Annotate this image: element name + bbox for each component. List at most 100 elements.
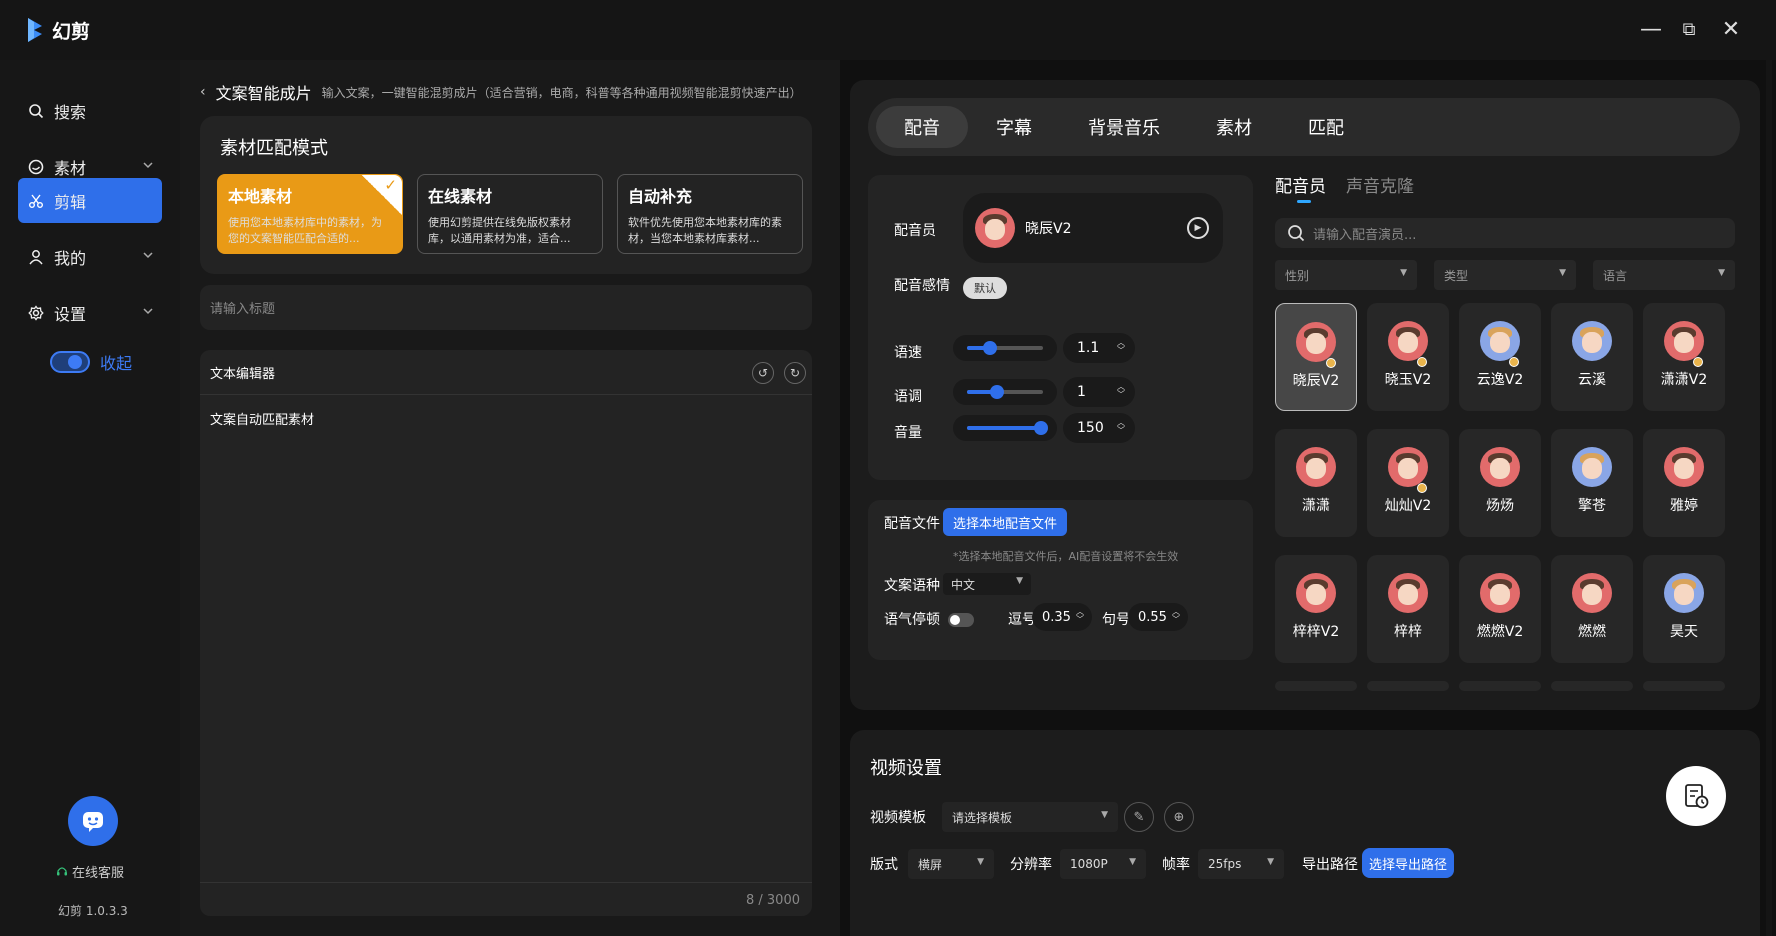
chevron-down-icon: [143, 252, 153, 259]
sidebar: 搜索 素材 剪辑 我的 设置 收起 在线客服 幻剪 1.0.3.3: [0, 60, 180, 936]
page-scrollbar[interactable]: [1766, 60, 1772, 936]
voice-card[interactable]: 潇潇V2: [1643, 303, 1725, 411]
voice-card[interactable]: 晓玉V2: [1367, 303, 1449, 411]
avatar: [1480, 321, 1520, 361]
play-icon[interactable]: ▶: [1187, 217, 1209, 239]
period-stepper[interactable]: 0.55 ︿ ﹀: [1128, 603, 1188, 631]
volume-stepper[interactable]: 150 ︿ ﹀: [1063, 413, 1135, 443]
tab-match[interactable]: 匹配: [1280, 106, 1372, 148]
add-circle-icon[interactable]: ⊕: [1164, 802, 1194, 832]
voice-card-partial[interactable]: [1551, 681, 1633, 691]
filter-type[interactable]: 类型 ▼: [1434, 260, 1576, 290]
pause-toggle[interactable]: [948, 613, 974, 627]
collapse-toggle-row[interactable]: 收起: [50, 350, 132, 374]
comma-stepper[interactable]: 0.35 ︿ ﹀: [1032, 603, 1092, 631]
resolution-value: 1080P: [1070, 857, 1108, 871]
voice-search-input[interactable]: 请输入配音演员...: [1275, 218, 1735, 248]
close-button[interactable]: ✕: [1714, 14, 1748, 44]
layout-select[interactable]: 横屏 ▼: [908, 849, 994, 879]
pause-label: 语气停顿: [884, 612, 940, 628]
voice-name: 燃燃V2: [1476, 624, 1524, 640]
voice-card-partial[interactable]: [1275, 681, 1357, 691]
comma-value: 0.35: [1042, 609, 1071, 625]
filter-gender[interactable]: 性别 ▼: [1275, 260, 1417, 290]
customer-service-button[interactable]: [68, 796, 118, 846]
voice-card[interactable]: 擎苍: [1551, 429, 1633, 537]
tab-material[interactable]: 素材: [1188, 106, 1280, 148]
stepper-arrows-icon[interactable]: ︿ ﹀: [1117, 383, 1125, 399]
language-select[interactable]: 中文 ▼: [943, 573, 1031, 595]
voice-name: 梓梓: [1394, 624, 1422, 640]
voice-card[interactable]: 雅婷: [1643, 429, 1725, 537]
avatar: [1388, 573, 1428, 613]
mode-auto[interactable]: 自动补充 软件优先使用您本地素材库的素材，当您本地素材库素材...: [617, 174, 803, 254]
match-mode-title: 素材匹配模式: [220, 138, 328, 159]
emotion-pill[interactable]: 默认: [963, 277, 1007, 299]
template-placeholder: 请选择模板: [952, 810, 1013, 825]
page-title: 文案智能成片: [215, 84, 312, 103]
sidebar-item-label: 剪辑: [54, 192, 87, 212]
fps-select[interactable]: 25fps ▼: [1198, 849, 1284, 879]
tab-bgm[interactable]: 背景音乐: [1060, 106, 1188, 148]
template-select[interactable]: 请选择模板 ▼: [942, 802, 1118, 832]
tab-dubbing[interactable]: 配音: [876, 106, 968, 148]
voice-card[interactable]: 灿灿V2: [1367, 429, 1449, 537]
collapse-toggle[interactable]: [50, 351, 90, 373]
minimize-button[interactable]: —: [1634, 14, 1668, 44]
speed-stepper[interactable]: 1.1 ︿ ﹀: [1063, 333, 1135, 363]
sidebar-item-search[interactable]: 搜索: [18, 88, 162, 133]
select-export-path-button[interactable]: 选择导出路径: [1362, 848, 1454, 878]
mode-title: 在线素材: [428, 187, 493, 206]
resolution-select[interactable]: 1080P ▼: [1060, 849, 1146, 879]
voice-card-partial[interactable]: [1459, 681, 1541, 691]
tab-subtitle[interactable]: 字幕: [968, 106, 1060, 148]
sidebar-item-mine[interactable]: 我的: [18, 234, 162, 279]
voice-card[interactable]: 潇潇: [1275, 429, 1357, 537]
sidebar-item-settings[interactable]: 设置: [18, 290, 162, 335]
filter-label: 语言: [1603, 268, 1628, 283]
video-settings-panel: 视频设置 视频模板 请选择模板 ▼ ✎ ⊕ 版式 横屏 ▼ 分辨率 1080P ▼ 帧…: [850, 730, 1760, 936]
voice-card-partial[interactable]: [1643, 681, 1725, 691]
voice-card[interactable]: 晓辰V2: [1275, 303, 1357, 411]
voice-card[interactable]: 云逸V2: [1459, 303, 1541, 411]
title-input[interactable]: 请输入标题: [200, 285, 812, 330]
voice-card[interactable]: 昊天: [1643, 555, 1725, 663]
speed-value: 1.1: [1077, 340, 1100, 356]
voice-card[interactable]: 燃燃V2: [1459, 555, 1541, 663]
avatar: [1572, 321, 1612, 361]
select-voice-file-button[interactable]: 选择本地配音文件: [943, 508, 1067, 536]
stepper-arrows-icon[interactable]: ︿ ﹀: [1172, 608, 1180, 624]
task-list-button[interactable]: [1666, 766, 1726, 826]
voice-name: 潇潇: [1302, 498, 1330, 514]
pitch-stepper[interactable]: 1 ︿ ﹀: [1063, 377, 1135, 407]
edit-icon[interactable]: ✎: [1124, 802, 1154, 832]
subtab-voice-actor[interactable]: 配音员: [1275, 172, 1326, 203]
voice-card[interactable]: 梓梓: [1367, 555, 1449, 663]
maximize-button[interactable]: ⧉: [1672, 14, 1706, 44]
layout-label: 版式: [870, 857, 898, 873]
voice-card[interactable]: 燃燃: [1551, 555, 1633, 663]
voice-card[interactable]: 炀炀: [1459, 429, 1541, 537]
stepper-arrows-icon[interactable]: ︿ ﹀: [1117, 339, 1125, 355]
voice-card[interactable]: 梓梓V2: [1275, 555, 1357, 663]
filter-language[interactable]: 语言 ▼: [1593, 260, 1735, 290]
mode-local[interactable]: ✓ 本地素材 使用您本地素材库中的素材，为您的文案智能匹配合适的...: [217, 174, 403, 254]
subtab-voice-clone[interactable]: 声音克隆: [1346, 172, 1414, 197]
voice-card[interactable]: 云溪: [1551, 303, 1633, 411]
customer-service-link[interactable]: 在线客服: [56, 862, 124, 881]
voice-card-partial[interactable]: [1367, 681, 1449, 691]
stepper-arrows-icon[interactable]: ︿ ﹀: [1117, 419, 1125, 435]
speed-slider[interactable]: [953, 335, 1057, 361]
vip-badge-icon: [1417, 483, 1427, 493]
mode-online[interactable]: 在线素材 使用幻剪提供在线免版权素材库，以通用素材为准，适合...: [417, 174, 603, 254]
voice-selector[interactable]: 晓辰V2 ▶: [963, 193, 1223, 263]
sidebar-item-edit[interactable]: 剪辑: [18, 178, 162, 223]
editor-textarea[interactable]: 文案自动匹配素材: [200, 395, 812, 442]
back-icon[interactable]: ‹: [200, 84, 206, 100]
pitch-slider[interactable]: [953, 379, 1057, 405]
scissors-icon: [26, 191, 46, 211]
undo-icon[interactable]: ↺: [752, 362, 774, 384]
stepper-arrows-icon[interactable]: ︿ ﹀: [1076, 608, 1084, 624]
volume-slider[interactable]: [953, 415, 1057, 441]
redo-icon[interactable]: ↻: [784, 362, 806, 384]
